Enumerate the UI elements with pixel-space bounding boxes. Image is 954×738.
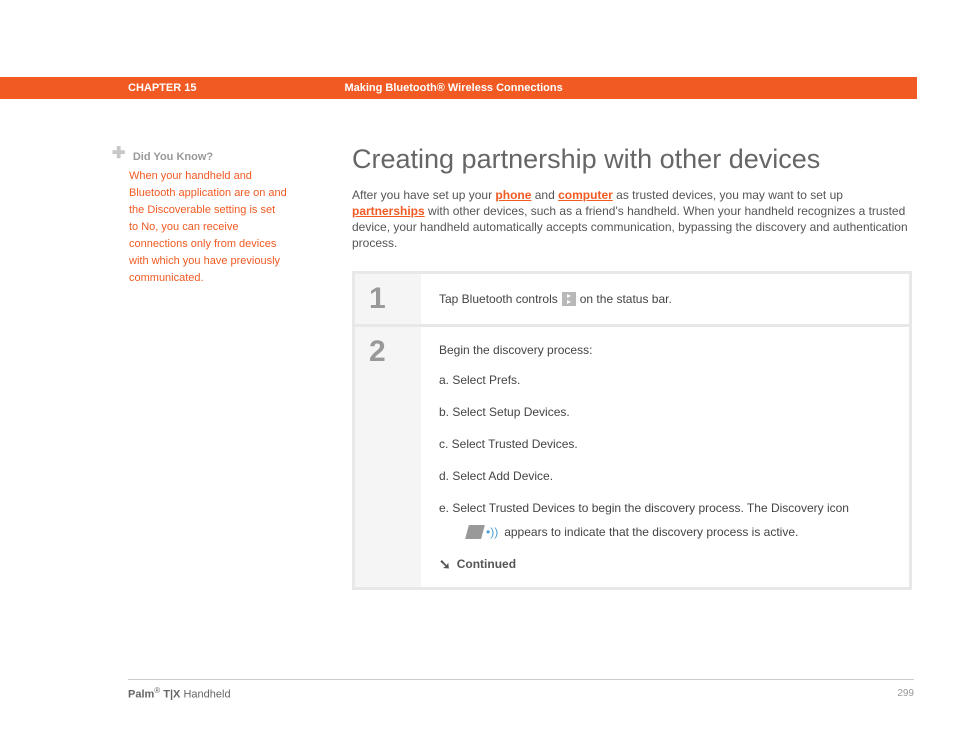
sub-steps-list: a. Select Prefs. b. Select Setup Devices… [439, 371, 891, 541]
step-1-text-post: on the status bar. [580, 290, 672, 308]
step-2-content: Begin the discovery process: a. Select P… [421, 327, 909, 587]
footer-branding: Palm® T|X Handheld [128, 686, 231, 701]
did-you-know-row: ✚ Did You Know? [112, 147, 287, 165]
step-2-row: 2 Begin the discovery process: a. Select… [355, 327, 909, 587]
step-1-text-pre: Tap Bluetooth controls [439, 290, 558, 308]
steps-container: 1 Tap Bluetooth controls on the status b… [352, 271, 912, 590]
substep-e-cont: appears to indicate that the discovery p… [504, 523, 798, 541]
did-you-know-label: Did You Know? [133, 151, 213, 163]
substep-a: a. Select Prefs. [439, 371, 891, 389]
phone-link[interactable]: phone [495, 188, 531, 202]
step-1-number: 1 [355, 274, 421, 324]
bluetooth-icon [562, 292, 576, 306]
continued-arrow-icon: ➘ [439, 555, 451, 573]
substep-d: d. Select Add Device. [439, 467, 891, 485]
chapter-title: Making Bluetooth® Wireless Connections [344, 82, 562, 94]
step-1-row: 1 Tap Bluetooth controls on the status b… [355, 274, 909, 327]
discovery-icon-line: •)) appears to indicate that the discove… [439, 523, 891, 541]
continued-text: Continued [457, 555, 516, 573]
chapter-header: CHAPTER 15 Making Bluetooth® Wireless Co… [0, 77, 917, 99]
substep-c: c. Select Trusted Devices. [439, 435, 891, 453]
substep-b: b. Select Setup Devices. [439, 403, 891, 421]
intro-text-post: with other devices, such as a friend's h… [352, 204, 908, 250]
continued-label: ➘ Continued [439, 555, 891, 573]
substep-e: e. Select Trusted Devices to begin the d… [439, 499, 891, 517]
wave-icon: •)) [486, 523, 498, 541]
footer-brand: Palm [128, 689, 154, 701]
partnerships-link[interactable]: partnerships [352, 204, 425, 218]
page-title: Creating partnership with other devices [352, 144, 912, 175]
step-1-content: Tap Bluetooth controls on the status bar… [421, 274, 909, 324]
sidebar-tip-text: When your handheld and Bluetooth applica… [129, 168, 287, 287]
footer-device: Handheld [180, 689, 230, 701]
intro-text-and: and [531, 188, 558, 202]
intro-paragraph: After you have set up your phone and com… [352, 187, 912, 251]
plus-icon: ✚ [112, 147, 125, 161]
main-content: Creating partnership with other devices … [352, 144, 912, 590]
step-2-number: 2 [355, 327, 421, 587]
chapter-number: CHAPTER 15 [128, 82, 196, 94]
computer-link[interactable]: computer [558, 188, 613, 202]
step-2-intro: Begin the discovery process: [439, 341, 891, 359]
footer-model: T|X [160, 689, 180, 701]
sidebar-tip: ✚ Did You Know? When your handheld and B… [112, 147, 287, 287]
intro-text-mid: as trusted devices, you may want to set … [613, 188, 843, 202]
page-number: 299 [897, 688, 914, 699]
page-footer: Palm® T|X Handheld 299 [128, 679, 914, 701]
intro-text-pre: After you have set up your [352, 188, 495, 202]
discovery-icon [465, 525, 485, 539]
